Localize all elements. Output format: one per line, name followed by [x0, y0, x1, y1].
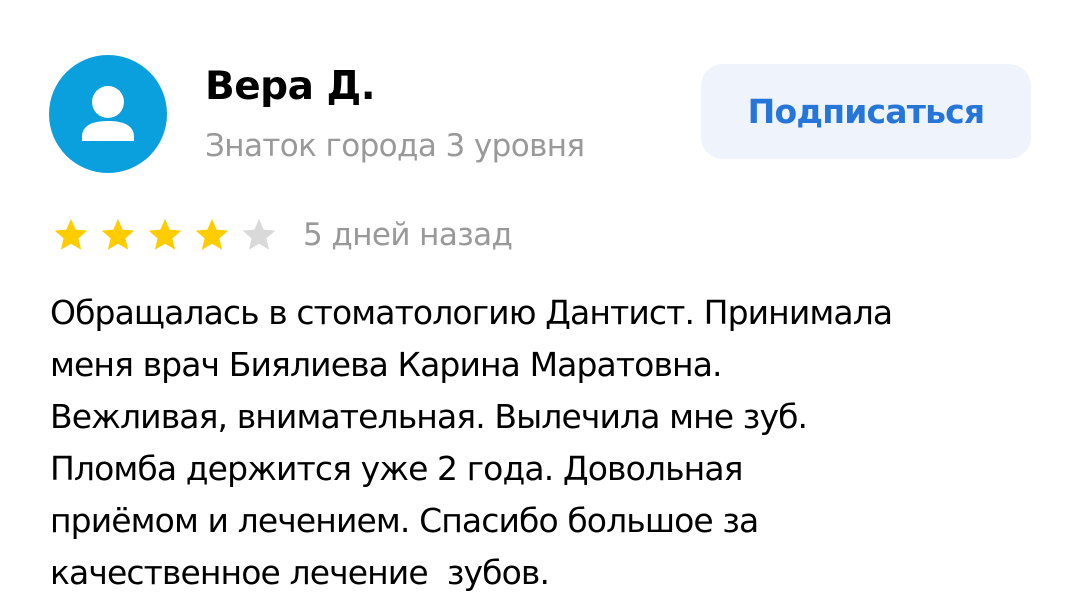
star-filled-icon	[54, 218, 88, 250]
rating-row: 5 дней назад	[52, 210, 513, 260]
subscribe-button-label: Подписаться	[747, 92, 985, 131]
subscribe-button[interactable]: Подписаться	[701, 64, 1031, 159]
review-text-line: приёмом и лечением. Спасибо большое за	[50, 501, 759, 540]
review-text-line: качественное лечение зубов.	[50, 553, 550, 592]
star-filled-icon	[148, 218, 182, 250]
review-date: 5 дней назад	[303, 217, 513, 253]
review-text-line: Пломба держится уже 2 года. Довольная	[50, 449, 743, 488]
user-silhouette-icon	[82, 86, 134, 141]
star-filled-icon	[101, 218, 135, 250]
review-text-line: Вежливая, внимательная. Вылечила мне зуб…	[50, 397, 808, 436]
avatar[interactable]	[49, 55, 167, 173]
review-text-line: меня врач Биялиева Карина Маратовна.	[50, 345, 723, 384]
author-level: Знаток города 3 уровня	[205, 128, 585, 164]
star-empty-icon	[242, 218, 276, 250]
star-rating	[52, 216, 287, 254]
author-name[interactable]: Вера Д.	[205, 62, 376, 112]
review-text: Обращалась в стоматологию Дантист. Прини…	[50, 287, 1050, 593]
star-filled-icon	[195, 218, 229, 250]
review-text-line: Обращалась в стоматологию Дантист. Прини…	[50, 293, 893, 332]
